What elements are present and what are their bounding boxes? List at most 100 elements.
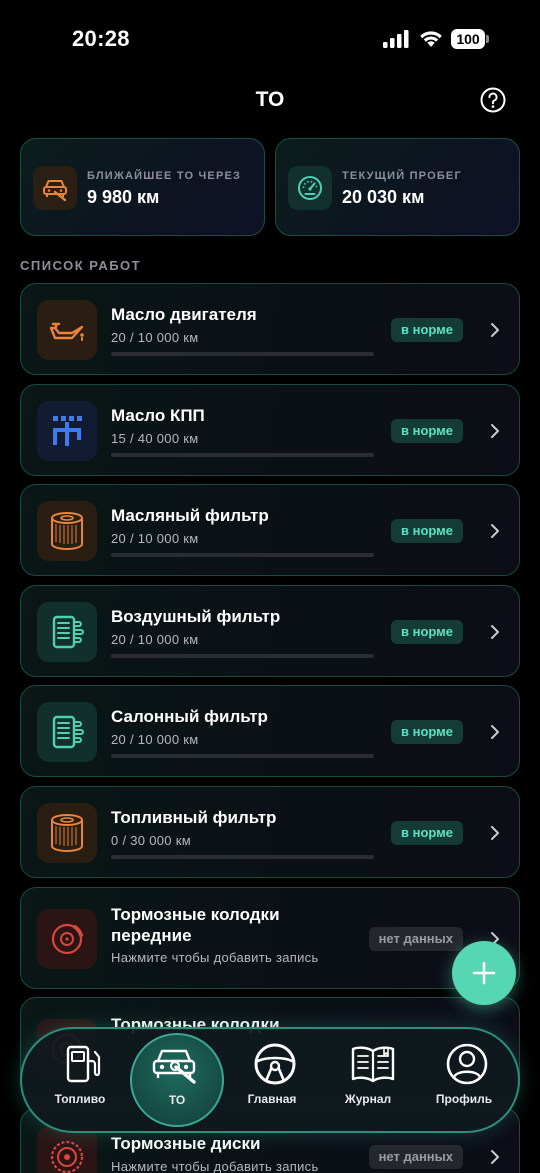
work-title: Салонный фильтр	[111, 707, 268, 726]
brake-rotor-icon	[50, 1140, 84, 1173]
status-badge: в норме	[390, 821, 463, 845]
battery-indicator: 100	[451, 29, 489, 49]
status-badge: в норме	[390, 620, 463, 644]
chevron-right-icon	[491, 625, 499, 639]
nearest-service-icon-box	[33, 166, 77, 210]
work-progress-bar	[111, 453, 374, 457]
work-title-line-1: Тормозные колодки	[111, 905, 280, 924]
filter-cylinder-icon	[51, 512, 83, 550]
work-mileage: 20 / 10 000 км	[111, 732, 199, 747]
air-filter-icon	[52, 615, 84, 649]
chevron-right-icon	[491, 524, 499, 538]
screen: 20:28 100 ТО БЛИЖАЙШЕЕ ТО ЧЕРЕЗ 9 980 км…	[0, 0, 540, 1173]
plus-icon	[472, 961, 496, 985]
wifi-icon	[420, 31, 442, 47]
battery-tip	[486, 35, 489, 43]
engine-oil-icon-box	[37, 300, 97, 360]
nav-item-fuel[interactable]: Топливо	[30, 1029, 130, 1135]
cabin-filter-icon-box	[37, 702, 97, 762]
fuel-filter-icon-box	[37, 803, 97, 863]
page-title: ТО	[255, 88, 285, 111]
gear-shift-icon	[53, 416, 82, 446]
status-bar: 20:28 100	[0, 0, 540, 80]
fuel-pump-icon	[66, 1045, 101, 1083]
air-filter-icon-box	[37, 602, 97, 662]
user-profile-icon	[446, 1043, 488, 1085]
chevron-right-icon	[491, 826, 499, 840]
add-record-button[interactable]	[452, 941, 516, 1005]
work-progress-bar	[111, 654, 374, 658]
mileage-label: ТЕКУЩИЙ ПРОБЕГ	[342, 170, 462, 182]
current-mileage-card: ТЕКУЩИЙ ПРОБЕГ 20 030 км	[275, 138, 520, 236]
status-badge: в норме	[390, 318, 463, 342]
work-mileage: 0 / 30 000 км	[111, 833, 191, 848]
steering-wheel-icon	[254, 1043, 296, 1085]
nearest-service-value: 9 980 км	[87, 187, 160, 207]
work-title: Масло КПП	[111, 406, 205, 425]
gearbox-oil-icon-box	[37, 401, 97, 461]
speedometer-icon	[298, 176, 322, 200]
nearest-service-label: БЛИЖАЙШЕЕ ТО ЧЕРЕЗ	[87, 170, 242, 182]
work-mileage: 20 / 10 000 км	[111, 632, 199, 647]
work-title-line-2: передние	[111, 926, 192, 945]
bottom-nav: Топливо ТО Главная Журнал Профиль	[20, 1027, 520, 1133]
car-wrench-icon	[152, 1049, 196, 1084]
chevron-right-icon	[491, 1150, 499, 1164]
work-progress-bar	[111, 553, 374, 557]
chevron-right-icon	[491, 424, 499, 438]
nav-label: Главная	[247, 1092, 297, 1106]
nav-item-maintenance[interactable]: ТО	[124, 1029, 224, 1135]
work-mileage: 20 / 10 000 км	[111, 330, 199, 345]
work-item-air-filter[interactable]: Воздушный фильтр 20 / 10 000 км в норме	[20, 585, 520, 677]
mileage-icon-box	[288, 166, 332, 210]
status-badge: нет данных	[368, 927, 463, 951]
nav-item-journal[interactable]: Журнал	[318, 1029, 418, 1135]
work-hint: Нажмите чтобы добавить запись	[111, 950, 319, 965]
nav-label: Профиль	[435, 1092, 493, 1106]
battery-level: 100	[451, 29, 485, 49]
oil-filter-icon-box	[37, 501, 97, 561]
work-mileage: 15 / 40 000 км	[111, 431, 199, 446]
work-title: Топливный фильтр	[111, 808, 277, 827]
mileage-value: 20 030 км	[342, 187, 425, 207]
work-item-front-brake-pads[interactable]: Тормозные колодки передние Нажмите чтобы…	[20, 887, 520, 989]
brake-disc-icon	[51, 923, 83, 955]
signal-icon	[383, 30, 409, 48]
book-icon	[351, 1046, 395, 1083]
nav-item-profile[interactable]: Профиль	[414, 1029, 514, 1135]
work-item-fuel-filter[interactable]: Топливный фильтр 0 / 30 000 км в норме	[20, 786, 520, 878]
car-wrench-icon	[43, 180, 67, 202]
nav-label: ТО	[168, 1093, 186, 1107]
work-title: Масло двигателя	[111, 305, 257, 324]
work-progress-bar	[111, 352, 374, 356]
nav-item-home[interactable]: Главная	[222, 1029, 322, 1135]
work-title: Воздушный фильтр	[111, 607, 281, 626]
chevron-right-icon	[491, 725, 499, 739]
status-badge: нет данных	[368, 1145, 463, 1169]
work-mileage: 20 / 10 000 км	[111, 531, 199, 546]
work-item-gearbox-oil[interactable]: Масло КПП 15 / 40 000 км в норме	[20, 384, 520, 476]
work-progress-bar	[111, 754, 374, 758]
filter-cylinder-icon	[51, 814, 83, 852]
work-item-oil-filter[interactable]: Масляный фильтр 20 / 10 000 км в норме	[20, 484, 520, 576]
work-title: Тормозные колодки передние	[111, 904, 280, 946]
status-time: 20:28	[72, 26, 130, 51]
nearest-service-card: БЛИЖАЙШЕЕ ТО ЧЕРЕЗ 9 980 км	[20, 138, 265, 236]
chevron-right-icon	[491, 323, 499, 337]
cabin-filter-icon	[52, 715, 84, 749]
status-badge: в норме	[390, 419, 463, 443]
work-list-title: СПИСОК РАБОТ	[20, 258, 142, 273]
nav-label: Топливо	[54, 1092, 106, 1106]
nav-label: Журнал	[344, 1092, 392, 1106]
oil-can-icon	[49, 322, 84, 341]
work-item-cabin-filter[interactable]: Салонный фильтр 20 / 10 000 км в норме	[20, 685, 520, 777]
work-hint: Нажмите чтобы добавить запись	[111, 1159, 319, 1173]
work-title: Масляный фильтр	[111, 506, 269, 525]
work-title: Тормозные диски	[111, 1134, 261, 1153]
status-badge: в норме	[390, 519, 463, 543]
status-badge: в норме	[390, 720, 463, 744]
work-progress-bar	[111, 855, 374, 859]
help-icon[interactable]	[480, 87, 506, 113]
work-item-engine-oil[interactable]: Масло двигателя 20 / 10 000 км в норме	[20, 283, 520, 375]
brake-pads-icon-box	[37, 909, 97, 969]
